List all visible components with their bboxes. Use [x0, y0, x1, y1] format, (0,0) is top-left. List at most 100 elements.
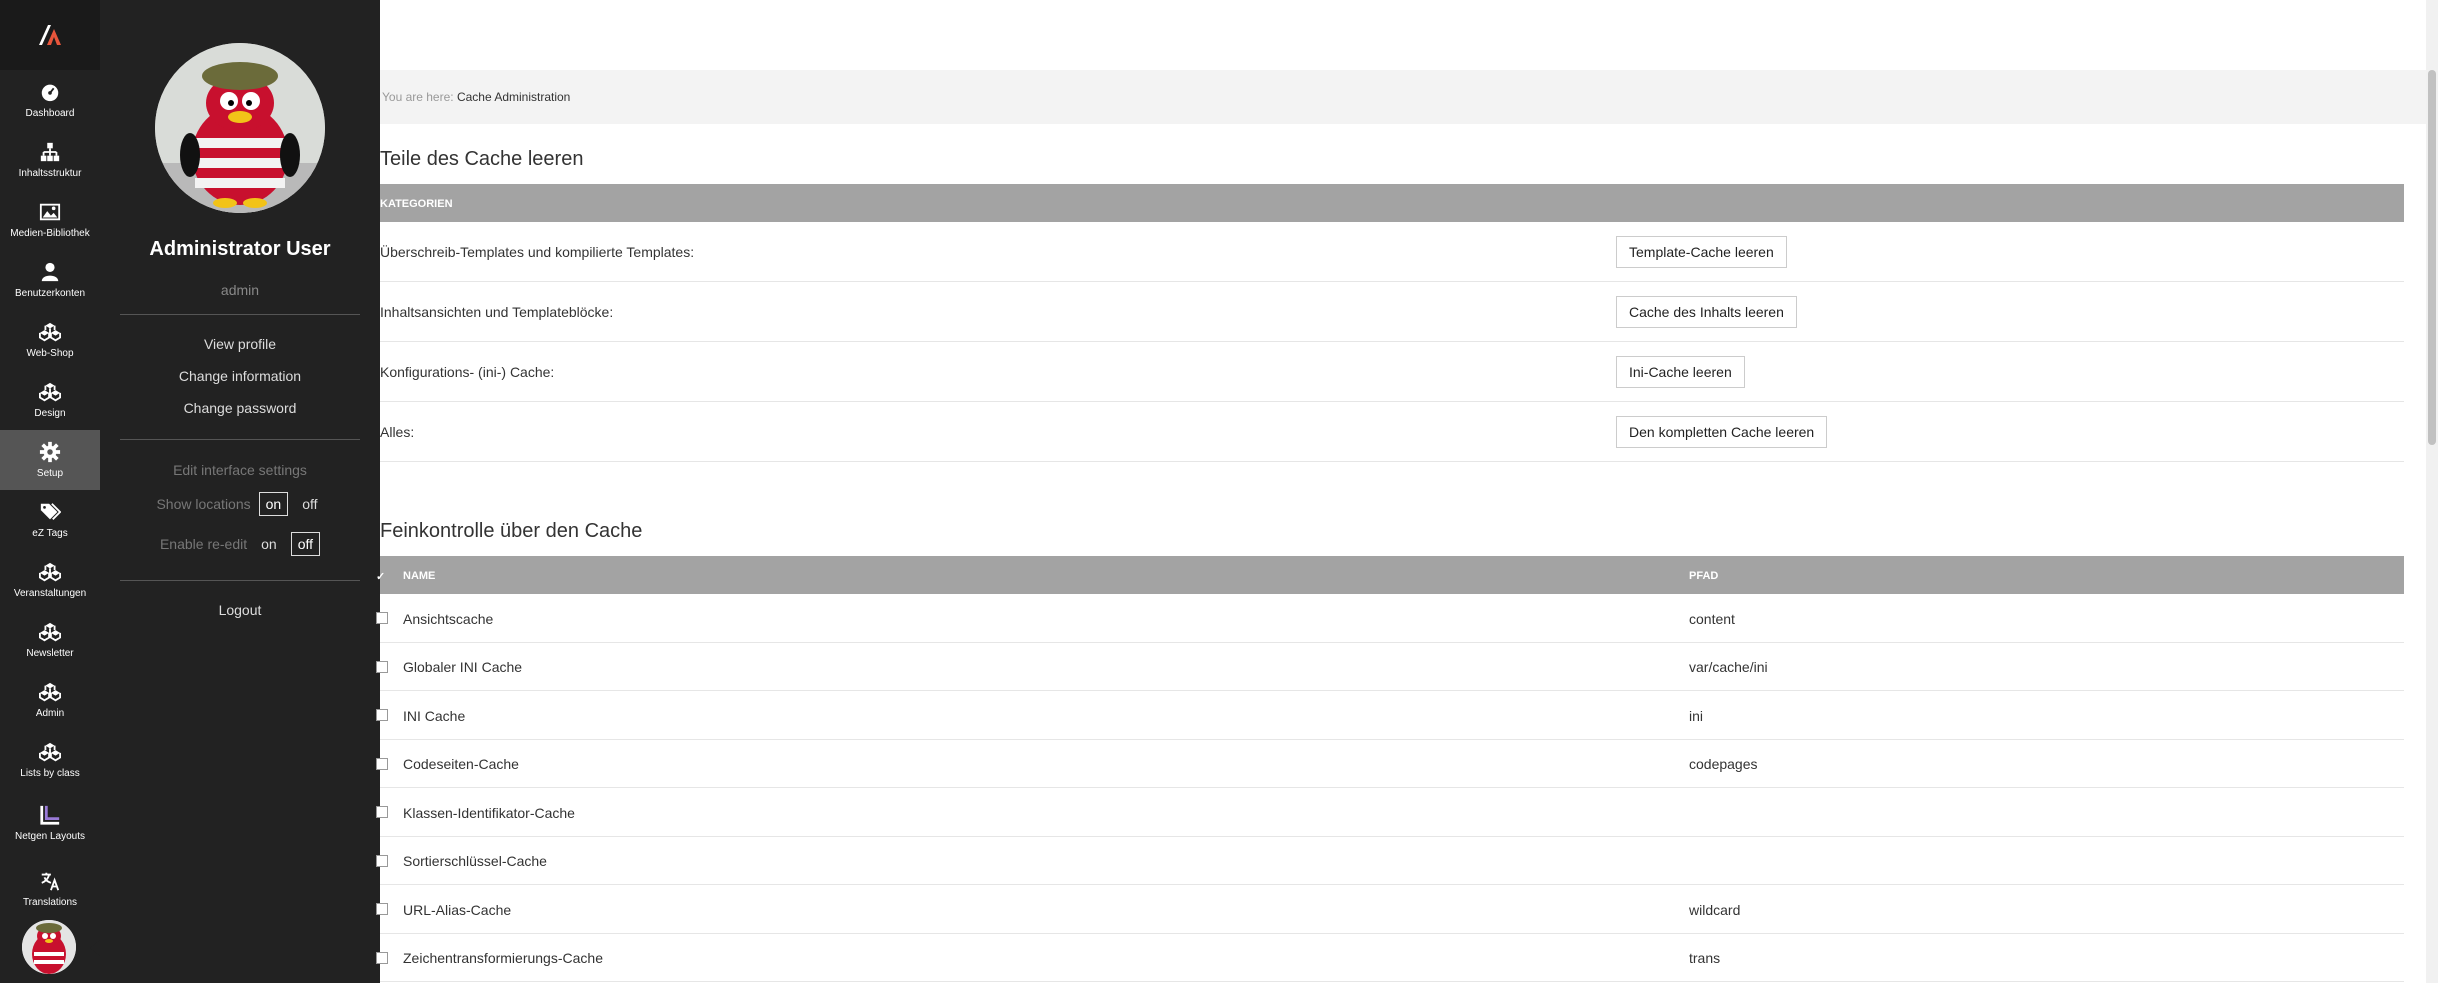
nav-item-newsletter[interactable]: Newsletter — [0, 610, 100, 670]
table-row: Globaler INI Cache var/cache/ini — [376, 643, 2404, 691]
nav-item-inhaltsstruktur[interactable]: Inhaltsstruktur — [0, 130, 100, 190]
nav-item-lists-by-class[interactable]: Lists by class — [0, 730, 100, 790]
user-login: admin — [220, 282, 260, 298]
user-avatar — [155, 43, 325, 213]
row-checkbox[interactable] — [376, 758, 388, 770]
nav-label: Admin — [35, 707, 65, 719]
cache-name: Codeseiten-Cache — [403, 756, 519, 772]
view-profile-link[interactable]: View profile — [100, 336, 380, 352]
select-all-column[interactable]: ✓ — [376, 570, 385, 583]
table-row: INI Cache ini — [376, 691, 2404, 740]
enable-reedit-off[interactable]: off — [290, 532, 321, 556]
column-header-name: Name — [403, 570, 436, 582]
nav-item-setup[interactable]: Setup — [0, 430, 100, 490]
row-checkbox[interactable] — [376, 952, 388, 964]
nav-label: Newsletter — [26, 647, 74, 659]
nav-item-translations[interactable]: Translations — [0, 856, 100, 922]
translate-icon — [41, 872, 60, 890]
nav-item-veranstaltungen[interactable]: Veranstaltungen — [0, 550, 100, 610]
table-row: Ansichtscache content — [376, 594, 2404, 643]
show-locations-label: Show locations — [156, 496, 251, 512]
nav-label: Lists by class — [20, 767, 80, 779]
nav-item-ez-tags[interactable]: eZ Tags — [0, 490, 100, 550]
row-checkbox[interactable] — [376, 709, 388, 721]
scrollbar-thumb[interactable] — [2428, 70, 2436, 445]
nav-label: Inhaltsstruktur — [18, 167, 82, 179]
table-row: Zeichentransformierungs-Cache trans — [376, 934, 2404, 982]
cubes-icon — [39, 742, 61, 761]
logo-icon — [39, 25, 61, 45]
user-display-name: Administrator User — [149, 238, 331, 260]
row-label: Überschreib-Templates und kompilierte Te… — [380, 244, 695, 260]
fine-control-section-title: Feinkontrolle über den Cache — [380, 520, 643, 542]
table-row: Sortierschlüssel-Cache — [376, 837, 2404, 885]
panel-pointer — [90, 940, 100, 956]
nav-item-netgen-layouts[interactable]: Netgen Layouts — [0, 790, 100, 856]
show-locations-toggle: Show locations on off — [100, 492, 380, 516]
cache-name: Sortierschlüssel-Cache — [403, 853, 547, 869]
clear-ini-cache-button[interactable]: Ini-Cache leeren — [1616, 356, 1745, 388]
table-row: Inhaltsansichten und Templateblöcke: Cac… — [380, 282, 2404, 342]
breadcrumb-current[interactable]: Cache Administration — [457, 90, 570, 104]
row-checkbox[interactable] — [376, 661, 388, 673]
main-navigation-rail: Dashboard Inhaltsstruktur Medien-Bibliot… — [0, 0, 100, 983]
clear-cache-table-header: Kategorien — [380, 184, 2404, 222]
change-information-link[interactable]: Change information — [100, 368, 380, 384]
nav-label: Medien-Bibliothek — [10, 227, 90, 239]
row-label: Konfigurations- (ini-) Cache: — [380, 364, 555, 380]
table-row: Klassen-Identifikator-Cache — [376, 788, 2404, 837]
cubes-icon — [39, 682, 61, 701]
divider — [120, 580, 360, 581]
nav-label: Setup — [36, 467, 64, 479]
column-header-path: Pfad — [1689, 570, 1719, 582]
page-scrollbar[interactable] — [2426, 0, 2438, 983]
rail-user-avatar[interactable] — [22, 920, 76, 974]
nav-item-benutzerkonten[interactable]: Benutzerkonten — [0, 250, 100, 310]
cache-name: Klassen-Identifikator-Cache — [403, 805, 575, 821]
cache-path: wildcard — [1689, 902, 1741, 918]
cubes-icon — [39, 622, 61, 641]
nav-item-admin[interactable]: Admin — [0, 670, 100, 730]
nav-label: Veranstaltungen — [13, 587, 87, 599]
cache-name: Ansichtscache — [403, 611, 494, 627]
edit-interface-settings-label: Edit interface settings — [173, 462, 307, 478]
clear-template-cache-button[interactable]: Template-Cache leeren — [1616, 236, 1787, 268]
breadcrumb-prefix: You are here: — [382, 90, 454, 104]
clear-all-cache-button[interactable]: Den kompletten Cache leeren — [1616, 416, 1828, 448]
cache-path: var/cache/ini — [1689, 659, 1768, 675]
table-row: URL-Alias-Cache wildcard — [376, 885, 2404, 934]
user-icon — [41, 262, 59, 281]
column-header-categories: Kategorien — [380, 198, 453, 210]
enable-reedit-on[interactable]: on — [255, 533, 283, 555]
user-panel: Administrator User admin View profile Ch… — [100, 0, 380, 983]
cache-path: trans — [1689, 950, 1721, 966]
row-checkbox[interactable] — [376, 806, 388, 818]
nav-item-design[interactable]: Design — [0, 370, 100, 430]
layouts-icon — [40, 805, 60, 825]
dashboard-icon — [41, 84, 59, 101]
table-row: Codeseiten-Cache codepages — [376, 740, 2404, 788]
change-password-link[interactable]: Change password — [100, 400, 380, 416]
row-checkbox[interactable] — [376, 903, 388, 915]
gear-icon — [39, 441, 61, 462]
nav-label: Netgen Layouts — [14, 830, 86, 842]
table-row: Überschreib-Templates und kompilierte Te… — [380, 222, 2404, 282]
image-icon — [39, 203, 61, 220]
clear-cache-section-title: Teile des Cache leeren — [380, 148, 584, 170]
row-checkbox[interactable] — [376, 612, 388, 624]
clear-content-cache-button[interactable]: Cache des Inhalts leeren — [1616, 296, 1797, 328]
cubes-icon — [39, 322, 61, 341]
show-locations-on[interactable]: on — [258, 492, 289, 516]
fine-control-table-header: ✓ Name Pfad — [376, 556, 2404, 594]
show-locations-off[interactable]: off — [296, 493, 323, 515]
nav-item-dashboard[interactable]: Dashboard — [0, 70, 100, 130]
nav-label: Dashboard — [25, 107, 75, 119]
nav-item-web-shop[interactable]: Web-Shop — [0, 310, 100, 370]
logout-link[interactable]: Logout — [100, 602, 380, 618]
nav-item-medien-bibliothek[interactable]: Medien-Bibliothek — [0, 190, 100, 250]
enable-reedit-label: Enable re-edit — [159, 536, 248, 552]
app-logo[interactable] — [0, 0, 100, 70]
row-checkbox[interactable] — [376, 855, 388, 867]
cache-name: Globaler INI Cache — [403, 659, 523, 675]
cubes-icon — [39, 562, 61, 581]
